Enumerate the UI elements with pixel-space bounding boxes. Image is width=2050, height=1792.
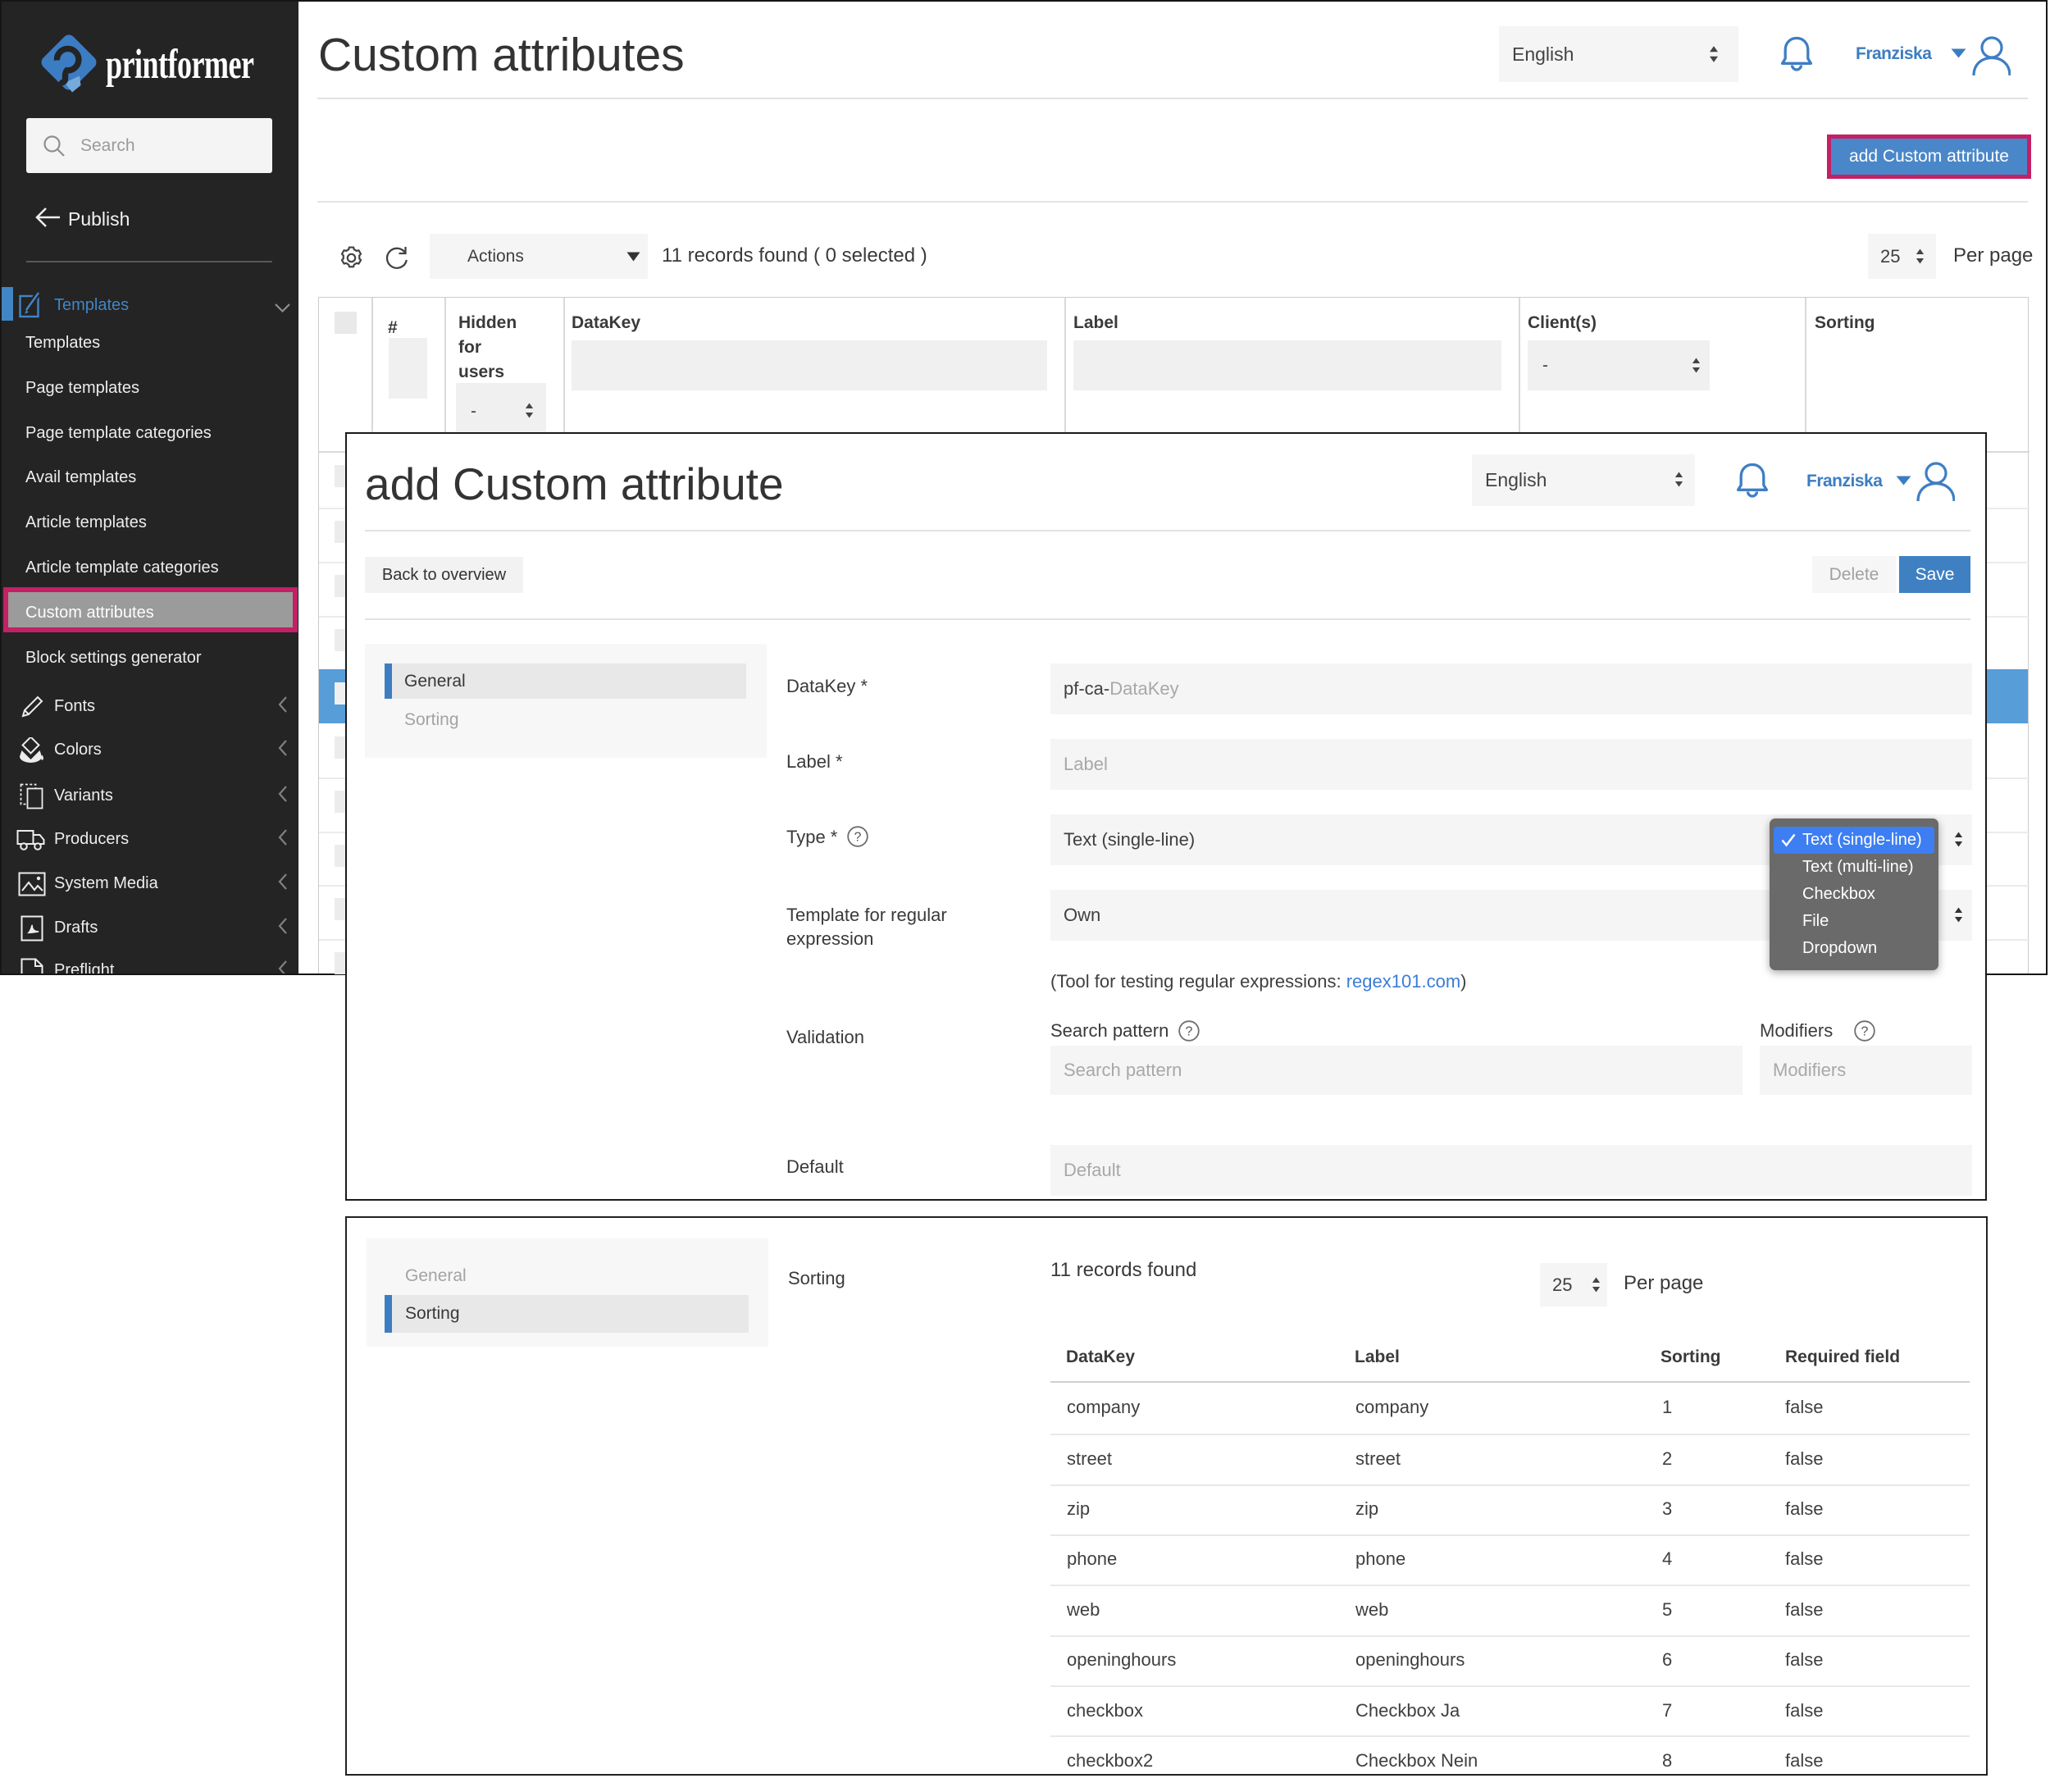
svg-text:?: ?: [854, 831, 862, 845]
svg-text:?: ?: [1861, 1025, 1869, 1039]
svg-text:?: ?: [1186, 1025, 1193, 1039]
